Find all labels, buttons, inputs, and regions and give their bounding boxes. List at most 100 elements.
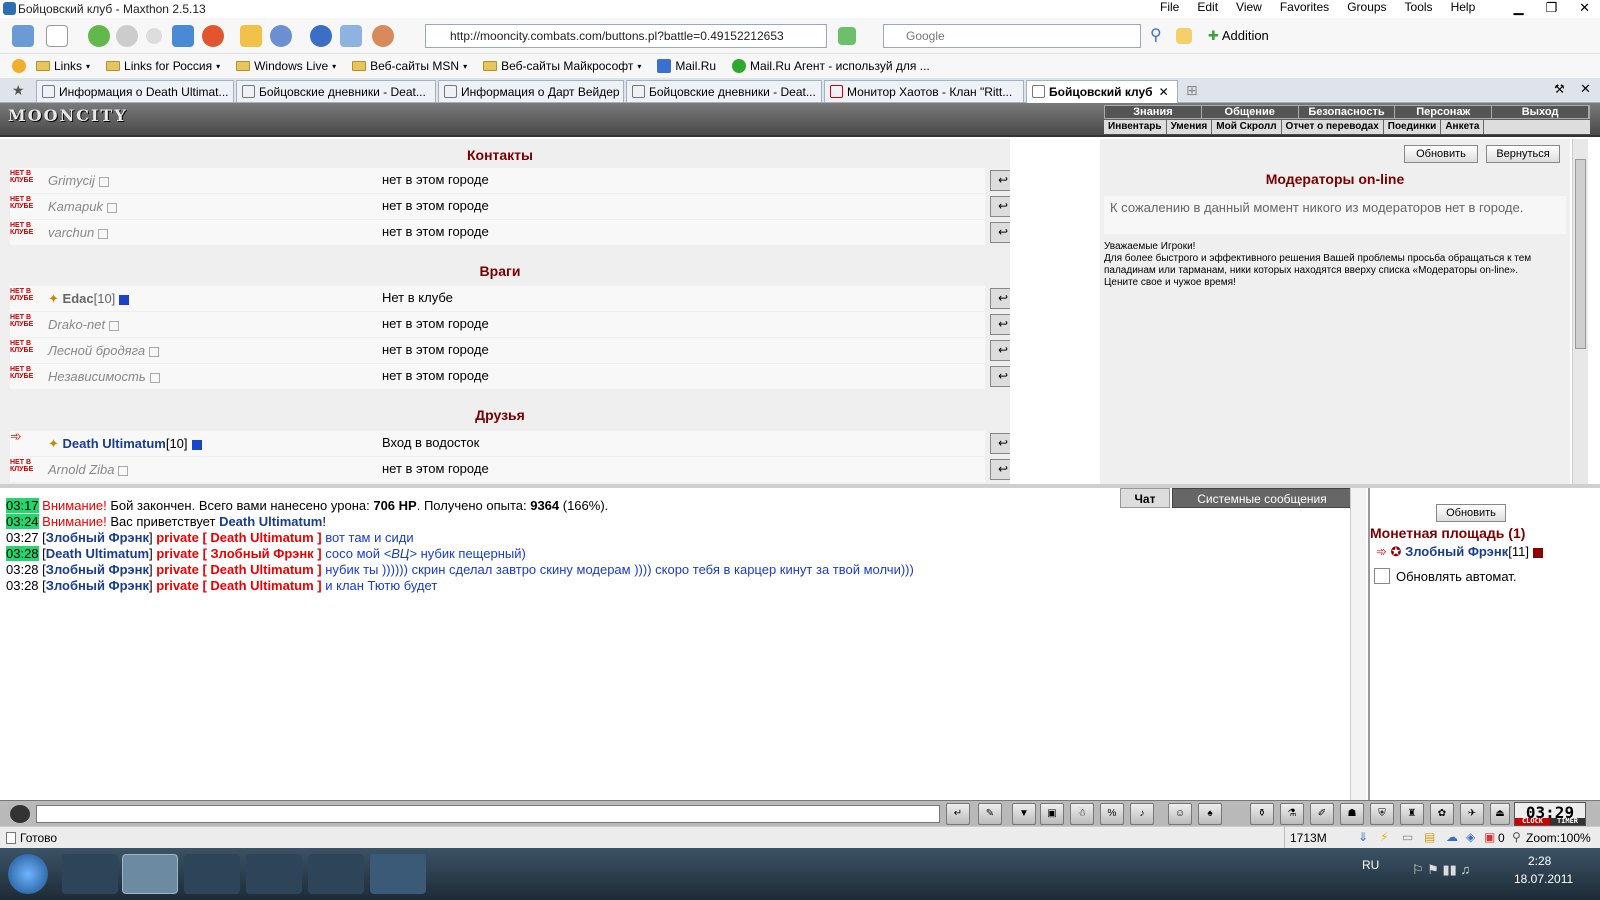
download-icon[interactable]: ⇓ (1358, 830, 1368, 844)
zoom-level[interactable]: Zoom:100% (1526, 831, 1591, 845)
tab-system-messages[interactable]: Системные сообщения (1172, 488, 1352, 508)
clock-icon[interactable] (310, 25, 332, 47)
nav-transfer-report[interactable]: Отчет о переводах (1282, 120, 1384, 134)
send-icon[interactable]: ↵ (946, 803, 970, 825)
nav-battles[interactable]: Поединки (1384, 120, 1442, 134)
window-icon[interactable] (340, 25, 362, 47)
remove-contact-button[interactable]: ↩ (990, 314, 1010, 335)
menu-groups[interactable]: Groups (1347, 0, 1386, 18)
bookmark-links[interactable]: Links ▾ (36, 59, 90, 73)
media-player-icon[interactable] (62, 854, 118, 894)
chat-nick[interactable]: Death Ultimatum (46, 546, 149, 561)
bookmark-msn[interactable]: Веб-сайты MSN ▾ (352, 59, 467, 73)
nav-character[interactable]: Персонаж (1395, 106, 1493, 118)
refresh-icon[interactable] (172, 25, 194, 47)
bookmark-microsoft[interactable]: Веб-сайты Майкрософт ▾ (483, 59, 641, 73)
chat-nick[interactable]: Злобный Фрэнк (46, 578, 149, 593)
chat-timestamp[interactable]: 03:28 (6, 578, 39, 593)
bird-icon[interactable]: ✈ (1460, 803, 1484, 825)
tab-info-death-ultimatum[interactable]: Информация о Death Ultimat... (36, 80, 234, 102)
remove-contact-button[interactable]: ↩ (990, 222, 1010, 243)
group-icon[interactable]: ☗ (1340, 803, 1364, 825)
contact-name[interactable]: Независимость (48, 369, 160, 384)
close-icon[interactable]: ✕ (1579, 0, 1590, 16)
nav-communication[interactable]: Общение (1202, 106, 1299, 118)
info-icon[interactable] (119, 294, 130, 305)
contact-name[interactable]: Grimycij (48, 173, 109, 188)
game-client-icon[interactable] (370, 854, 426, 894)
chat-message-input[interactable] (36, 805, 940, 823)
remove-contact-button[interactable]: ↩ (990, 170, 1010, 191)
bookmark-mailru[interactable]: Mail.Ru (657, 59, 716, 73)
info-icon[interactable] (106, 202, 117, 213)
start-button[interactable] (8, 854, 48, 894)
contact-name[interactable]: varchun (48, 225, 109, 240)
potion-icon[interactable]: ⚱ (1250, 803, 1274, 825)
exit-icon[interactable]: ⏏ (1490, 803, 1510, 825)
clock-time[interactable]: 2:28 (1528, 854, 1551, 868)
info-icon[interactable] (98, 176, 109, 187)
explorer-icon[interactable] (184, 854, 240, 894)
cloud-icon[interactable]: ☁ (1446, 830, 1458, 844)
clock-date[interactable]: 18.07.2011 (1514, 872, 1573, 886)
scrollbar-thumb[interactable] (1575, 159, 1586, 349)
tab-close-icon[interactable]: ✕ (1159, 85, 1169, 99)
remove-contact-button[interactable]: ↩ (990, 433, 1010, 454)
info-icon[interactable] (191, 439, 202, 450)
popup-icon[interactable]: ▭ (1402, 830, 1413, 844)
menu-favorites[interactable]: Favorites (1280, 0, 1329, 18)
info-icon[interactable] (149, 346, 160, 357)
nav-profile[interactable]: Анкета (1441, 120, 1485, 134)
new-tab-icon[interactable]: ⊞ (1186, 82, 1198, 99)
menu-file[interactable]: File (1160, 0, 1179, 18)
translit-icon[interactable]: % (1100, 803, 1124, 825)
go-icon[interactable] (838, 27, 856, 45)
contact-name[interactable]: ✦ Death Ultimatum[10] (48, 436, 202, 452)
star-icon[interactable]: ★ (12, 82, 25, 99)
search-icon[interactable]: ⚲ (1150, 25, 1172, 47)
filter-icon[interactable]: ▼ (1012, 803, 1036, 825)
folder-status-icon[interactable]: ▤ (1424, 830, 1435, 844)
forward-arrow-icon[interactable] (116, 25, 138, 47)
chat-nick[interactable]: private [ Death Ultimatum ] (156, 530, 321, 545)
stop-icon[interactable] (202, 25, 224, 47)
smiley-icon[interactable]: ☺ (1168, 803, 1192, 825)
nav-knowledge[interactable]: Знания (1105, 106, 1202, 118)
menu-view[interactable]: View (1236, 0, 1262, 18)
paw-icon[interactable]: ✿ (1430, 803, 1454, 825)
info-icon[interactable] (1532, 547, 1543, 558)
info-icon[interactable] (149, 372, 160, 383)
chat-settings-icon[interactable] (10, 805, 30, 823)
chat-timestamp[interactable]: 03:28 (6, 562, 39, 577)
bookmark-links-russia[interactable]: Links for Россия ▾ (106, 59, 220, 73)
nav-my-scroll[interactable]: Мой Скролл (1212, 120, 1282, 134)
tab-chaos-monitor[interactable]: Монитор Хаотов - Клан "Ritt... (824, 80, 1024, 102)
chat-nick[interactable]: private [ Злобный Фрэнк ] (156, 546, 321, 561)
tab-info-darth-vader[interactable]: Информация о Дарт Вейдер (438, 80, 624, 102)
undo-icon[interactable] (270, 25, 292, 47)
security-icon[interactable] (372, 25, 394, 47)
menu-help[interactable]: Help (1451, 0, 1476, 18)
remove-contact-button[interactable]: ↩ (990, 196, 1010, 217)
tab-fight-club[interactable]: Бойцовский клуб ✕ (1026, 80, 1178, 103)
wrench-icon[interactable]: ⚒ (1554, 82, 1565, 96)
armor-icon[interactable]: ⛨ (1370, 803, 1394, 825)
nav-exit[interactable]: Выход (1492, 106, 1589, 118)
refresh-button[interactable]: Обновить (1404, 145, 1478, 163)
chat-nick[interactable]: Злобный Фрэнк (46, 530, 149, 545)
user-icon[interactable] (12, 25, 34, 47)
info-icon[interactable] (118, 465, 129, 476)
remove-contact-button[interactable]: ↩ (990, 366, 1010, 387)
history-dropdown-icon[interactable] (146, 28, 162, 44)
game-clock[interactable]: 03:29 CLOCK TIMER (1514, 802, 1586, 826)
clan-chat-icon[interactable]: ♠ (1198, 803, 1222, 825)
back-arrow-icon[interactable] (88, 25, 110, 47)
close-tab-icon[interactable]: ✕ (1580, 81, 1591, 97)
bottle-icon[interactable]: ⚗ (1280, 803, 1304, 825)
auto-refresh-checkbox[interactable] (1374, 568, 1390, 584)
back-button[interactable]: Вернуться (1486, 145, 1560, 163)
chat-nick[interactable]: private [ Death Ultimatum ] (156, 578, 321, 593)
nav-security[interactable]: Безопасность (1299, 106, 1396, 118)
search-input[interactable]: Google (883, 24, 1141, 48)
skype-icon[interactable] (246, 854, 302, 894)
